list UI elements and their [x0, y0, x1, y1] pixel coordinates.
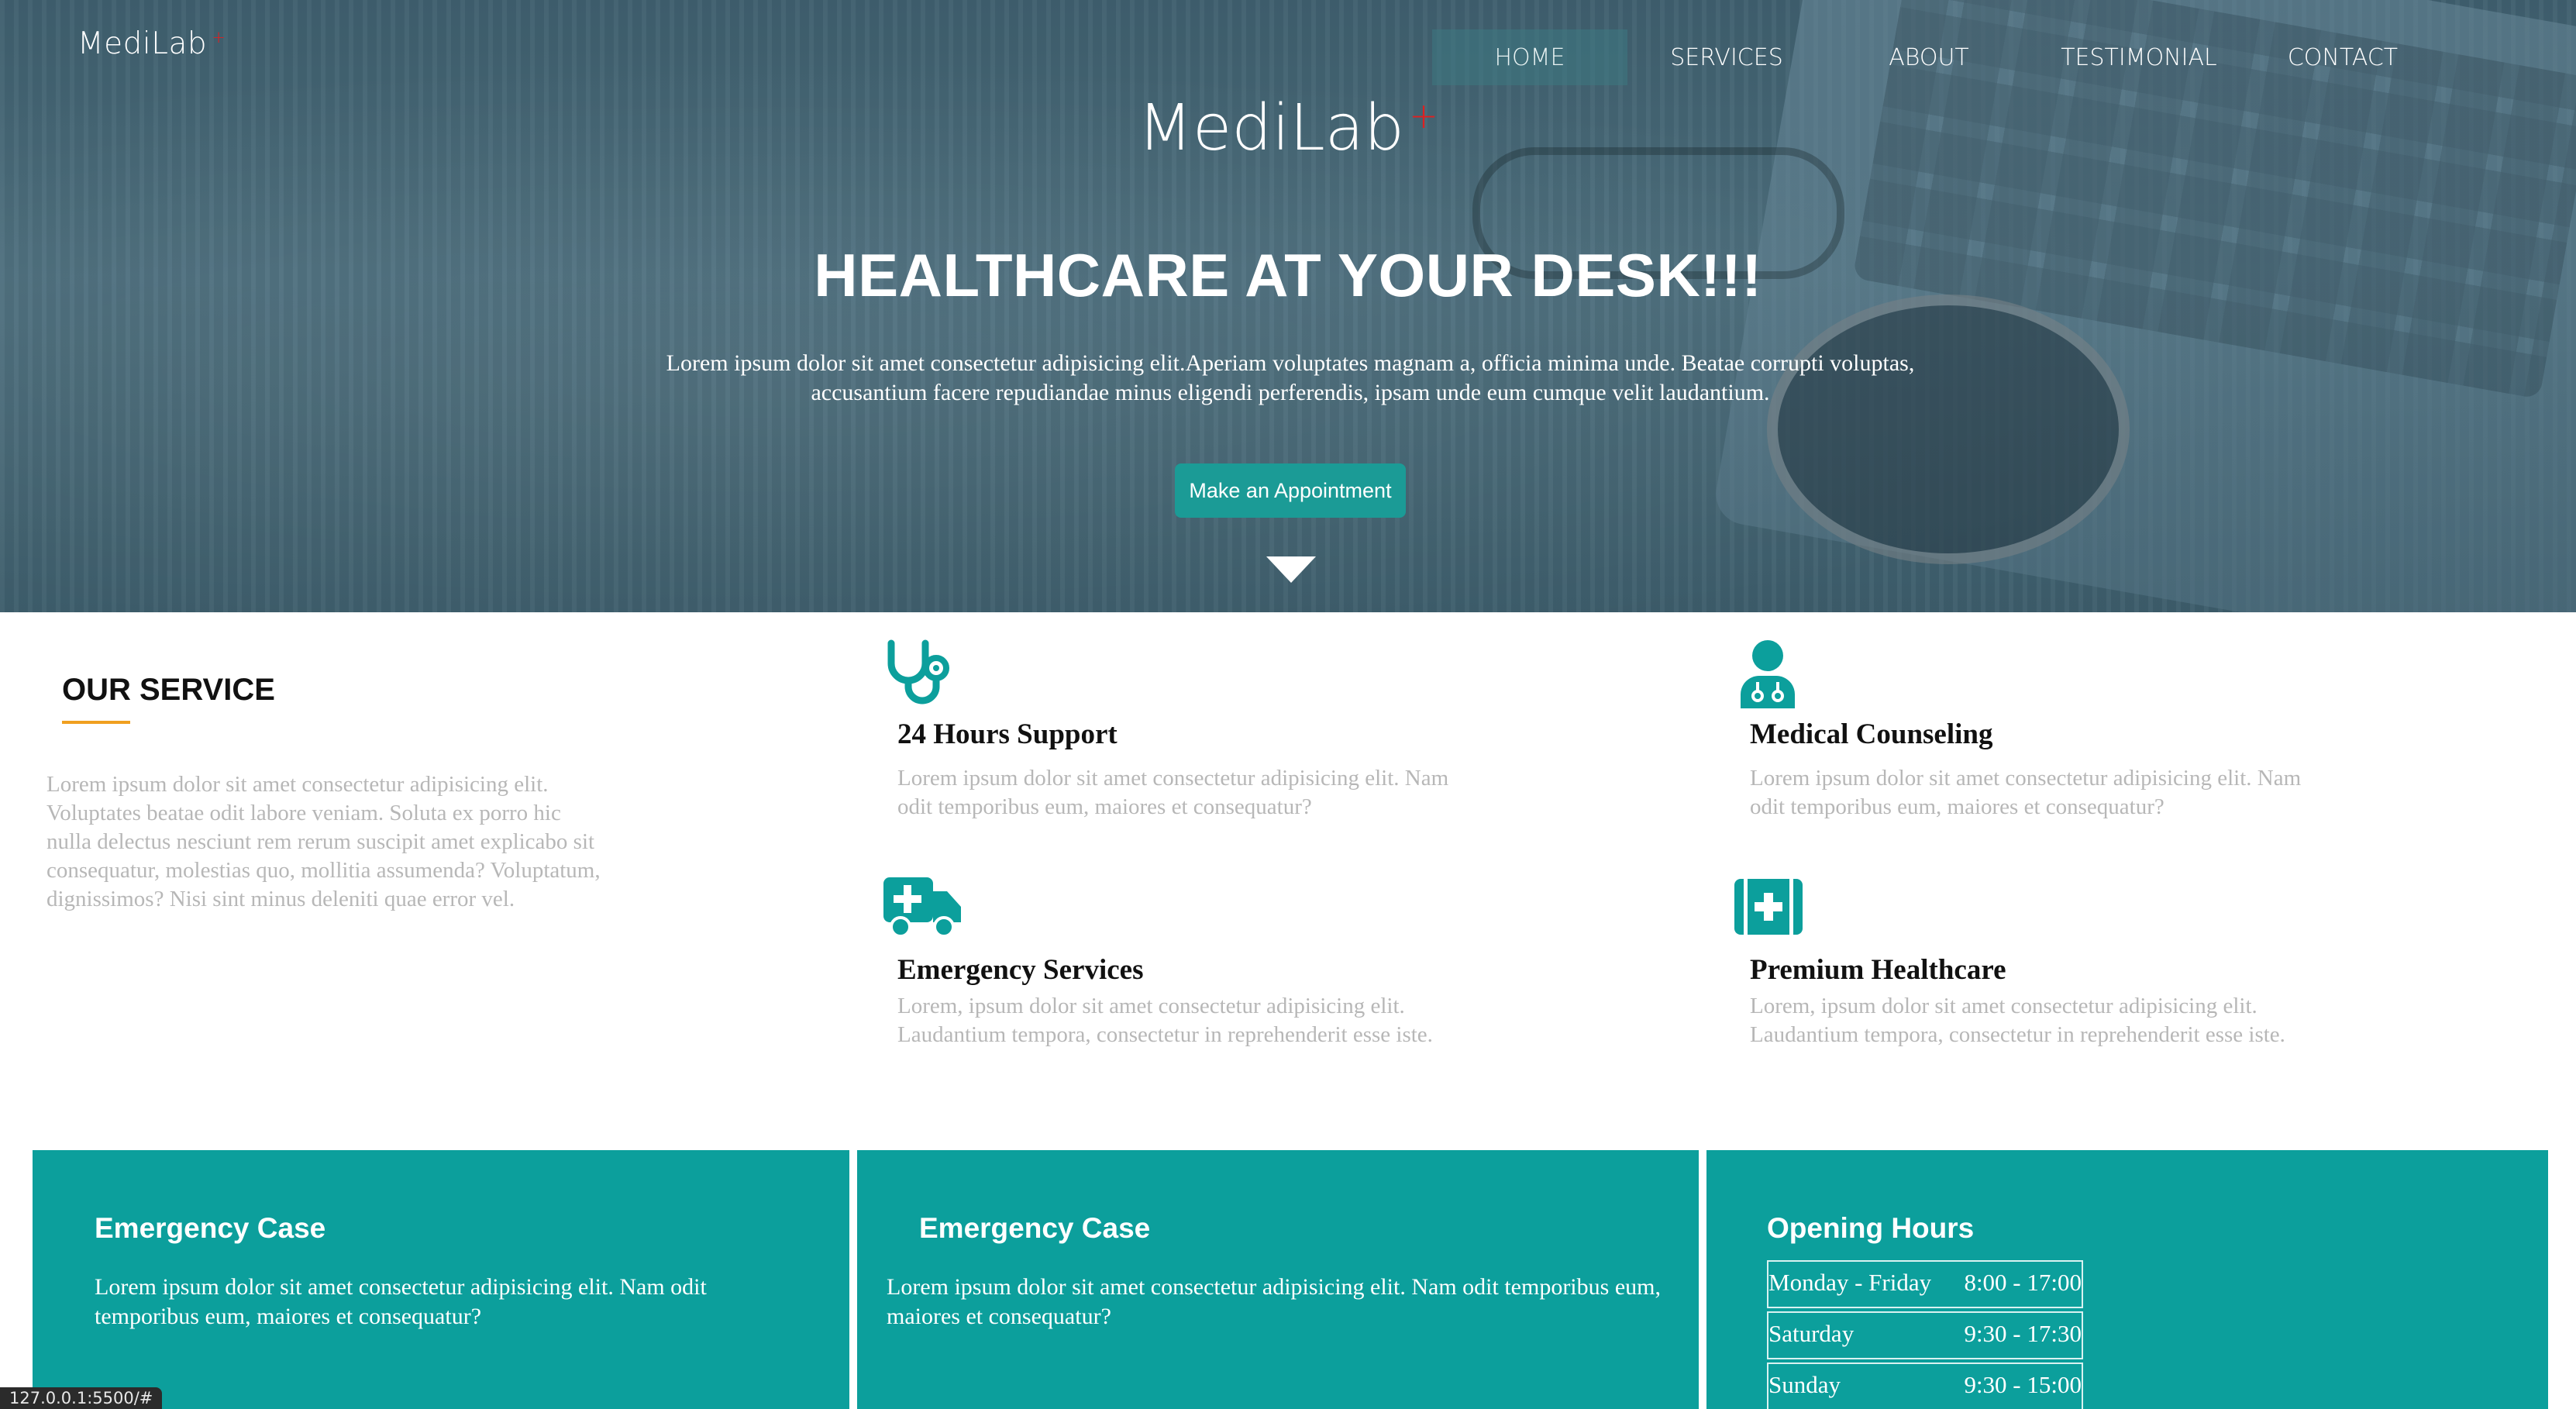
service-title: Medical Counseling — [1750, 718, 1993, 750]
services-intro: Lorem ipsum dolor sit amet consectetur a… — [46, 772, 601, 911]
emergency-case-panel-2: Emergency Case Lorem ipsum dolor sit ame… — [857, 1150, 1699, 1409]
opening-hours-table: Monday - Friday 8:00 - 17:00 Saturday 9:… — [1767, 1260, 2083, 1409]
hours-day: Monday - Friday — [1768, 1269, 1932, 1296]
opening-hours-panel: Opening Hours Monday - Friday 8:00 - 17:… — [1706, 1150, 2548, 1409]
nav-testimonial[interactable]: TESTIMONIAL — [2032, 29, 2246, 85]
panel-title: Emergency Case — [95, 1212, 326, 1244]
nav-about[interactable]: ABOUT — [1826, 29, 2032, 85]
brand-plus-icon: + — [212, 28, 226, 47]
emergency-case-panel-1: Emergency Case Lorem ipsum dolor sit ame… — [33, 1150, 849, 1409]
stethoscope-icon — [887, 639, 949, 704]
panel-text: Lorem ipsum dolor sit amet consectetur a… — [887, 1274, 1661, 1329]
make-appointment-button[interactable]: Make an Appointment — [1175, 463, 1406, 518]
panel-title: Emergency Case — [919, 1212, 1151, 1244]
service-title: Premium Healthcare — [1750, 954, 2006, 986]
hero-logo: MediLab + — [0, 91, 2576, 165]
nav-home[interactable]: HOME — [1432, 29, 1627, 85]
doctor-icon — [1741, 640, 1795, 708]
service-title: 24 Hours Support — [897, 718, 1118, 750]
hours-day: Saturday — [1768, 1320, 1855, 1347]
main-nav: HOME SERVICES ABOUT TESTIMONIAL CONTACT — [1432, 29, 2440, 85]
service-description: Lorem ipsum dolor sit amet consectetur a… — [897, 766, 1449, 819]
hours-row: Saturday 9:30 - 17:30 — [1767, 1311, 2083, 1359]
hero-description: Lorem ipsum dolor sit amet consectetur a… — [666, 350, 1915, 405]
nav-contact[interactable]: CONTACT — [2246, 29, 2440, 85]
hours-time: 8:00 - 17:00 — [1964, 1269, 2082, 1296]
brand-logo[interactable]: MediLab + — [77, 26, 226, 61]
browser-status-url: 127.0.0.1:5500/# — [0, 1387, 163, 1409]
service-description: Lorem, ipsum dolor sit amet consectetur … — [1750, 994, 2285, 1047]
service-description: Lorem, ipsum dolor sit amet consectetur … — [897, 994, 1433, 1047]
scroll-down-icon[interactable] — [1266, 556, 1316, 583]
service-description: Lorem ipsum dolor sit amet consectetur a… — [1750, 766, 2302, 819]
hero-plus-icon: + — [1409, 95, 1438, 136]
hero-title: HEALTHCARE AT YOUR DESK!!! — [814, 241, 1762, 309]
panel-title: Opening Hours — [1767, 1212, 1975, 1244]
hero-section: MediLab + HOME SERVICES ABOUT TESTIMONIAL… — [0, 0, 2576, 612]
nav-services[interactable]: SERVICES — [1627, 29, 1826, 85]
brand-name: MediLab — [77, 26, 208, 61]
service-title: Emergency Services — [897, 954, 1144, 986]
hero-brand-name: MediLab — [1138, 91, 1405, 165]
medkit-icon — [1734, 879, 1803, 935]
panel-text: Lorem ipsum dolor sit amet consectetur a… — [95, 1274, 707, 1329]
hours-row: Sunday 9:30 - 15:00 — [1767, 1362, 2083, 1409]
hours-time: 9:30 - 17:30 — [1964, 1320, 2082, 1347]
heading-underline — [62, 721, 130, 724]
coffee-cup-background-image — [1767, 295, 2130, 564]
hours-row: Monday - Friday 8:00 - 17:00 — [1767, 1260, 2083, 1308]
services-heading: OUR SERVICE — [62, 673, 275, 707]
ambulance-icon — [883, 877, 961, 938]
hours-time: 9:30 - 15:00 — [1964, 1371, 2082, 1398]
hours-day: Sunday — [1768, 1371, 1841, 1398]
